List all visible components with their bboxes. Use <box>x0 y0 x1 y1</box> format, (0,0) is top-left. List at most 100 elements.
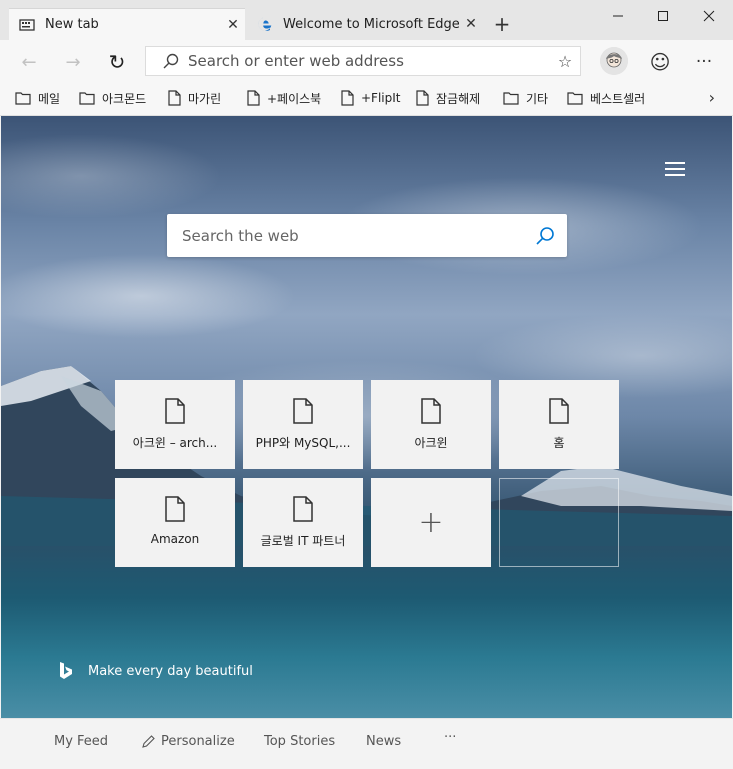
page-icon <box>165 496 185 522</box>
minimize-icon <box>613 15 623 17</box>
my-feed-tab[interactable]: My Feed <box>54 734 108 749</box>
plus-icon: + <box>418 505 444 540</box>
folder-icon <box>567 92 583 105</box>
tab-close-icon[interactable]: ✕ <box>221 17 245 33</box>
top-site-tile[interactable]: 아크윈 <box>371 380 491 469</box>
navigation-bar: ← → ↻ ☆ ☺ ··· <box>0 40 733 82</box>
back-arrow-icon: ← <box>21 51 37 73</box>
page-icon <box>421 398 441 424</box>
favorite-label: 메일 <box>38 91 61 106</box>
new-tab-button[interactable]: + <box>490 12 514 36</box>
tab-title: Welcome to Microsoft Edge Dev <box>283 16 459 32</box>
page-settings-menu-icon[interactable] <box>665 162 685 178</box>
more-icon: ··· <box>444 730 457 745</box>
minimize-button[interactable] <box>595 0 641 32</box>
favorite-label: 베스트셀러 <box>590 91 646 106</box>
favorite-label: +FlipIt <box>361 91 401 105</box>
tile-label: 아크윈 <box>414 436 448 450</box>
favorites-more-chevron-icon[interactable]: › <box>709 88 715 107</box>
personalize-label: Personalize <box>161 734 235 749</box>
favorites-bar: 메일 아크몬드 마가린 +페이스북 +FlipIt 잠금해제 기타 베스트셀러 … <box>0 82 733 116</box>
bing-caption-text: Make every day beautiful <box>88 663 253 679</box>
news-feed-bar: My Feed Personalize Top Stories News ··· <box>0 718 733 769</box>
favorite-item[interactable]: +페이스북 <box>247 88 321 108</box>
maximize-icon <box>658 11 668 21</box>
page-icon <box>341 90 354 106</box>
top-site-tile[interactable]: 아크윈 – arch... <box>115 380 235 469</box>
page-icon <box>168 90 181 106</box>
search-icon <box>536 226 554 245</box>
favorite-item[interactable]: 메일 <box>15 88 60 108</box>
refresh-button[interactable]: ↻ <box>102 47 132 77</box>
page-icon <box>549 398 569 424</box>
page-icon <box>293 398 313 424</box>
address-input[interactable] <box>188 52 550 70</box>
tile-label: 홈 <box>553 436 565 450</box>
feed-more-button[interactable]: ··· <box>444 730 456 745</box>
favorite-label: 아크몬드 <box>102 91 147 106</box>
top-site-tile[interactable]: 글로벌 IT 파트너 <box>243 478 363 567</box>
bing-caption[interactable]: Make every day beautiful <box>58 661 253 681</box>
top-site-tile[interactable]: PHP와 MySQL,... <box>243 380 363 469</box>
empty-tile-slot <box>499 478 619 567</box>
back-button[interactable]: ← <box>14 47 44 77</box>
tile-label: 글로벌 IT 파트너 <box>260 534 346 548</box>
tab-close-icon[interactable]: ✕ <box>459 16 483 32</box>
tile-label: PHP와 MySQL,... <box>255 436 351 450</box>
settings-menu-button[interactable]: ··· <box>689 47 719 77</box>
address-bar[interactable]: ☆ <box>145 46 581 76</box>
news-tab[interactable]: News <box>366 734 401 749</box>
page-icon <box>247 90 260 106</box>
favorite-label: 기타 <box>526 91 549 106</box>
tile-label: 아크윈 – arch... <box>132 436 218 450</box>
tab-welcome[interactable]: Welcome to Microsoft Edge Dev ✕ <box>247 8 483 40</box>
favorite-item[interactable]: 잠금해제 <box>416 88 480 108</box>
page-icon <box>416 90 429 106</box>
page-icon <box>293 496 313 522</box>
folder-icon <box>503 92 519 105</box>
mountain-landscape <box>1 366 732 546</box>
personalize-button[interactable]: Personalize <box>142 734 235 749</box>
forward-button[interactable]: → <box>58 47 88 77</box>
edge-logo-icon <box>258 17 272 31</box>
close-icon <box>703 10 715 22</box>
maximize-button[interactable] <box>640 0 686 32</box>
avatar[interactable] <box>600 47 628 75</box>
close-window-button[interactable] <box>686 0 732 32</box>
newtab-background: 아크윈 – arch... PHP와 MySQL,... 아크윈 홈 Amazo… <box>1 116 732 718</box>
profile-avatar-icon <box>600 47 628 75</box>
favorite-item[interactable]: +FlipIt <box>341 88 401 108</box>
smiley-icon: ☺ <box>649 50 671 74</box>
favorite-label: +페이스북 <box>267 91 322 106</box>
more-icon: ··· <box>695 52 713 72</box>
feedback-button[interactable]: ☺ <box>645 47 675 77</box>
my-feed-label: My Feed <box>54 734 109 749</box>
web-search-button[interactable] <box>523 226 567 246</box>
favorite-star-icon[interactable]: ☆ <box>550 52 580 71</box>
favorite-item[interactable]: 마가린 <box>168 88 221 108</box>
top-site-tile[interactable]: Amazon <box>115 478 235 567</box>
top-site-tile[interactable]: 홈 <box>499 380 619 469</box>
tile-label: Amazon <box>150 532 200 546</box>
folder-icon <box>15 92 31 105</box>
add-site-tile[interactable]: + <box>371 478 491 567</box>
tab-strip: New tab ✕ Welcome to Microsoft Edge Dev … <box>0 0 733 40</box>
web-search-box[interactable] <box>167 214 567 257</box>
newtab-page-icon <box>19 18 35 31</box>
favorite-item[interactable]: 베스트셀러 <box>567 88 645 108</box>
favorite-label: 마가린 <box>188 91 222 106</box>
top-stories-label: Top Stories <box>264 734 336 749</box>
page-icon <box>165 398 185 424</box>
favorite-item[interactable]: 아크몬드 <box>79 88 146 108</box>
bing-logo-icon <box>60 662 72 679</box>
web-search-input[interactable] <box>182 226 523 245</box>
favorite-item[interactable]: 기타 <box>503 88 548 108</box>
news-label: News <box>366 734 402 749</box>
tab-new-tab[interactable]: New tab ✕ <box>9 8 245 40</box>
search-icon <box>163 53 179 69</box>
folder-icon <box>79 92 95 105</box>
favorite-label: 잠금해제 <box>436 91 481 106</box>
pencil-icon <box>142 735 155 748</box>
tab-title: New tab <box>45 17 99 32</box>
top-stories-tab[interactable]: Top Stories <box>264 734 335 749</box>
